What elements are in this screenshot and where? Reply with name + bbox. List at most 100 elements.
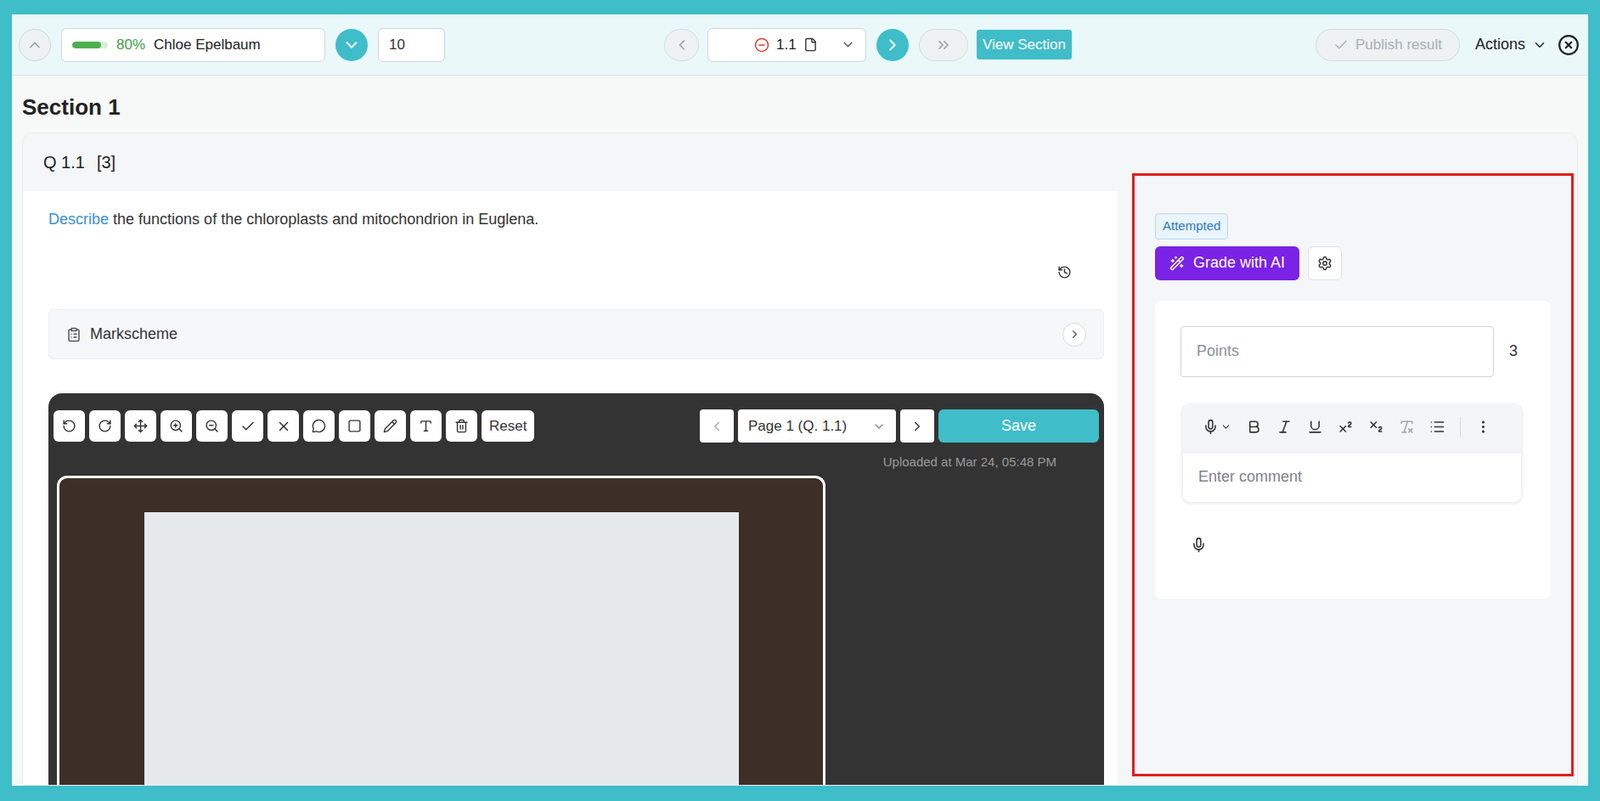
zoom-out-icon: [204, 418, 220, 434]
max-points: 3: [1509, 339, 1518, 363]
chevron-right-icon: [909, 418, 925, 434]
markscheme-label: Markscheme: [90, 322, 178, 346]
chevron-right-icon: [1068, 327, 1082, 341]
more-icon[interactable]: [1475, 418, 1492, 435]
underline-icon[interactable]: [1307, 418, 1324, 435]
points-input[interactable]: Points: [1180, 326, 1494, 378]
app: 80% Chloe Epelbaum 10 1.1 View Section Publis…: [0, 0, 1600, 801]
chevron-down-icon[interactable]: [1220, 421, 1232, 433]
pencil-button[interactable]: [374, 410, 406, 442]
actions-menu[interactable]: Actions: [1475, 33, 1548, 57]
clear-format-icon[interactable]: [1398, 418, 1415, 435]
chevron-down-icon: [840, 37, 856, 52]
question-marks: [3]: [96, 149, 116, 175]
trash-icon: [454, 418, 469, 434]
microphone-icon[interactable]: [1190, 536, 1207, 553]
reset-button[interactable]: Reset: [481, 410, 535, 442]
command-word: Describe: [48, 210, 109, 228]
move-button[interactable]: [124, 410, 157, 442]
previous-student-button[interactable]: [18, 28, 51, 62]
question-selector[interactable]: 1.1: [707, 28, 867, 62]
main-area: Section 1 Q 1.1 [3] Describe the functions …: [11, 75, 1589, 786]
subscript-icon[interactable]: [1368, 418, 1385, 435]
delete-button[interactable]: [445, 410, 478, 442]
editor-toolbar: [1180, 402, 1524, 452]
text-icon: [418, 418, 434, 434]
student-selector[interactable]: 80% Chloe Epelbaum: [61, 28, 326, 62]
chevron-down-icon: [1532, 37, 1548, 53]
page-input[interactable]: 10: [377, 28, 446, 62]
italic-icon[interactable]: [1276, 418, 1293, 435]
comment-input[interactable]: Enter comment: [1182, 451, 1522, 503]
grading-column: Attempted Grade with AI Points 3 Enter comme…: [1117, 133, 1578, 785]
chevron-up-icon: [26, 36, 44, 54]
tick-button[interactable]: [231, 410, 264, 442]
grading-panel: Attempted Grade with AI Points 3 Enter comme…: [1132, 173, 1574, 777]
markscheme-icon: [66, 326, 82, 343]
annotation-panel: Reset Page 1 (Q. 1.1) Save Uploaded at Mar …: [48, 393, 1105, 785]
ai-settings-button[interactable]: [1307, 246, 1342, 281]
next-question-button[interactable]: [876, 28, 909, 62]
progress-fill: [72, 41, 102, 49]
grading-card: Points 3 Enter comment: [1154, 300, 1551, 599]
question-card: Q 1.1 [3] Describe the functions of the ch…: [22, 132, 1578, 786]
view-section-button[interactable]: View Section: [976, 29, 1072, 61]
question-number: 1.1: [776, 33, 797, 57]
history-icon[interactable]: [1057, 264, 1072, 280]
close-button[interactable]: [1557, 33, 1580, 57]
chevron-left-icon: [709, 418, 725, 434]
question-column: Q 1.1 [3] Describe the functions of the ch…: [22, 133, 1118, 785]
check-icon: [1333, 37, 1349, 53]
file-icon: [803, 37, 818, 52]
comment-icon: [311, 418, 327, 434]
rotate-left-icon: [61, 418, 77, 434]
previous-page-button[interactable]: [699, 409, 734, 443]
chevron-left-icon: [673, 36, 691, 54]
microphone-icon[interactable]: [1202, 418, 1219, 435]
cross-button[interactable]: [267, 410, 299, 442]
question-nav: 1.1 View Section: [664, 28, 1072, 62]
upload-time: Uploaded at Mar 24, 05:48 PM: [883, 452, 1057, 473]
zoom-out-button[interactable]: [196, 410, 228, 442]
grade-with-ai-button[interactable]: Grade with AI: [1154, 246, 1300, 281]
close-icon: [1557, 33, 1580, 57]
answer-sheet: [144, 512, 739, 786]
rotate-right-icon: [97, 418, 113, 434]
last-question-button[interactable]: [918, 28, 969, 62]
double-chevron-right-icon: [935, 36, 953, 54]
next-page-button[interactable]: [900, 409, 935, 443]
question-label: Q 1.1: [43, 149, 85, 175]
rectangle-button[interactable]: [338, 410, 371, 442]
tick-icon: [240, 418, 256, 434]
bullet-list-icon[interactable]: [1429, 418, 1446, 435]
status-badge: Attempted: [1154, 213, 1229, 240]
page-selector[interactable]: Page 1 (Q. 1.1): [738, 409, 896, 443]
chevron-down-icon: [872, 419, 886, 434]
question-header: Q 1.1 [3]: [22, 133, 1118, 192]
rectangle-icon: [347, 418, 362, 434]
magic-wand-icon: [1169, 255, 1185, 271]
rotate-left-button[interactable]: [53, 410, 85, 442]
progress-percent: 80%: [116, 33, 146, 57]
student-name: Chloe Epelbaum: [153, 33, 261, 57]
superscript-icon[interactable]: [1337, 418, 1354, 435]
previous-question-button[interactable]: [664, 28, 699, 62]
question-text: Describe the functions of the chloroplas…: [48, 208, 1105, 231]
text-button[interactable]: [410, 410, 442, 442]
bold-icon[interactable]: [1245, 418, 1262, 435]
annotation-toolbar: Reset Page 1 (Q. 1.1) Save: [53, 409, 1099, 443]
chevron-right-icon: [883, 35, 902, 55]
publish-result-button[interactable]: Publish result: [1315, 28, 1460, 62]
markscheme-row[interactable]: Markscheme: [48, 309, 1105, 360]
gear-icon: [1317, 255, 1333, 271]
student-dropdown-button[interactable]: [335, 28, 368, 62]
rotate-right-button[interactable]: [89, 410, 121, 442]
section-title: Section 1: [22, 75, 1578, 133]
cross-icon: [276, 418, 292, 434]
top-bar: 80% Chloe Epelbaum 10 1.1 View Section Publis…: [11, 14, 1589, 76]
pencil-icon: [383, 418, 398, 434]
save-button[interactable]: Save: [938, 409, 1099, 443]
zoom-in-button[interactable]: [160, 410, 192, 442]
comment-button[interactable]: [303, 410, 335, 442]
question-body: Describe the functions of the chloroplas…: [22, 191, 1118, 785]
